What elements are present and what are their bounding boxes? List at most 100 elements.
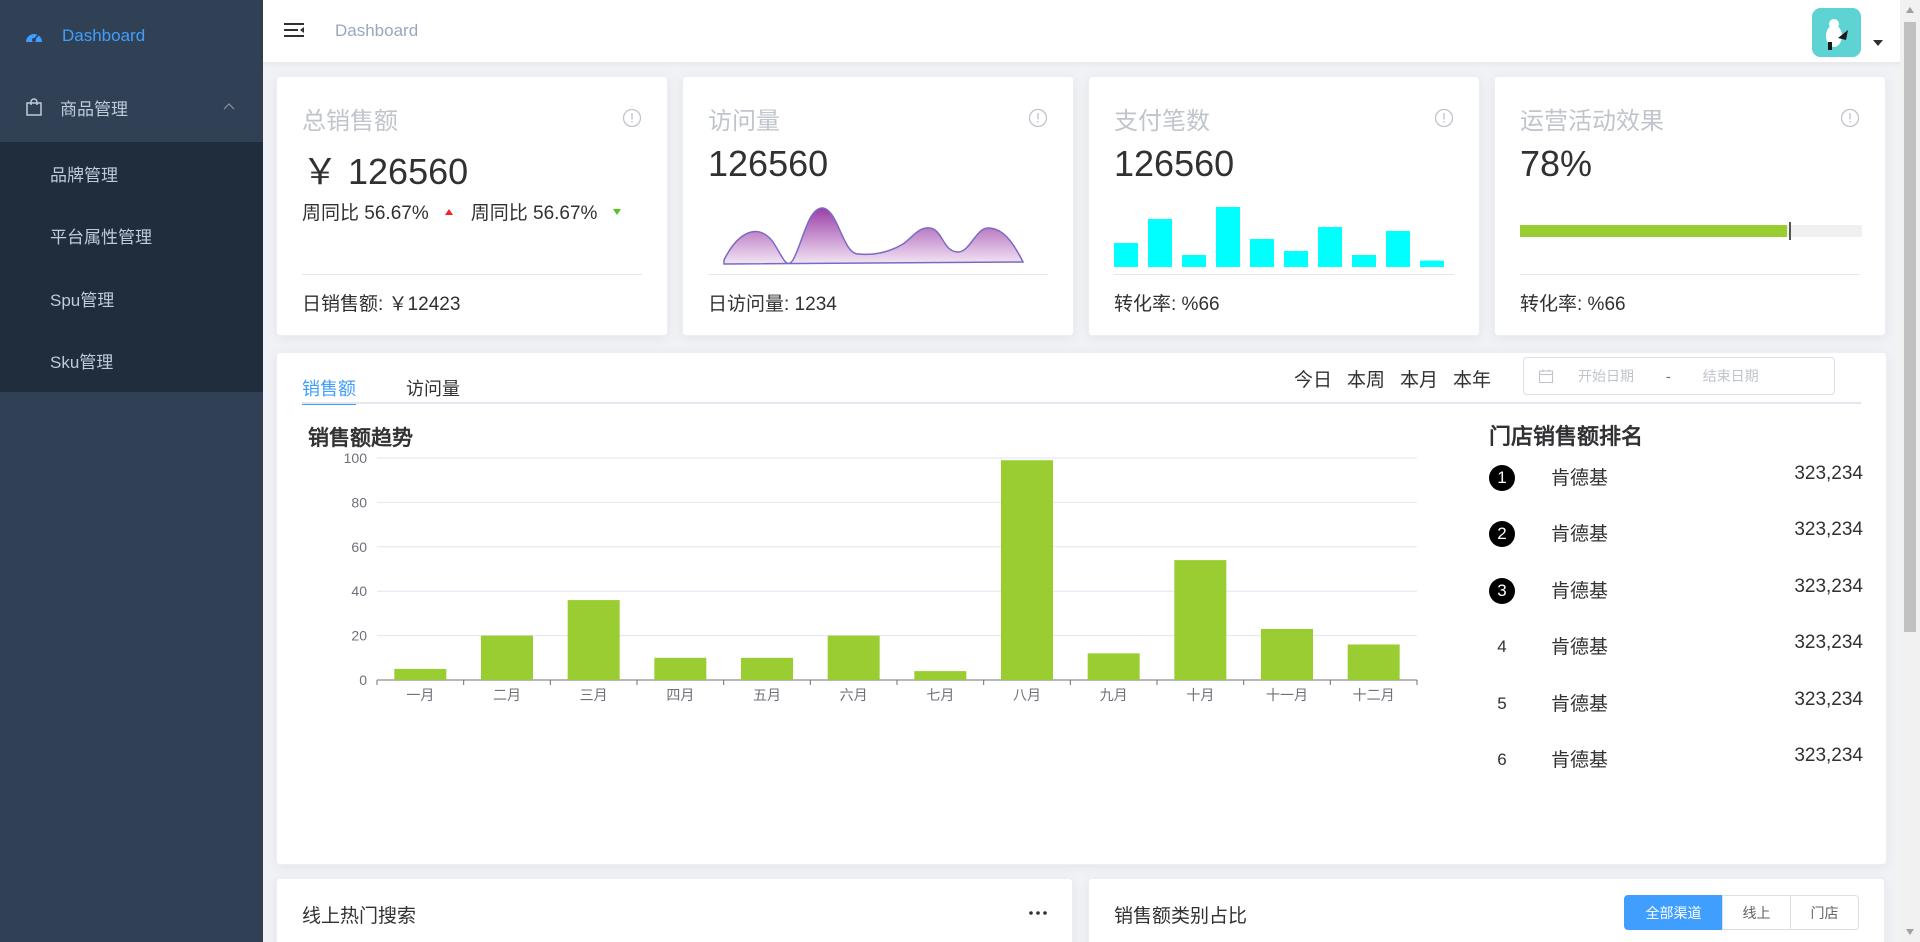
range-today[interactable]: 今日 — [1294, 365, 1332, 392]
more-icon[interactable] — [1029, 911, 1047, 915]
range-month[interactable]: 本月 — [1400, 365, 1438, 392]
rank-row: 5 肯德基 323,234 — [1489, 689, 1863, 745]
caret-down-icon[interactable] — [1873, 40, 1883, 46]
avatar[interactable] — [1812, 8, 1861, 57]
progress-fill — [1520, 225, 1787, 237]
trend-up-icon — [444, 208, 453, 215]
calendar-icon — [1538, 369, 1554, 384]
sales-bar — [654, 657, 707, 680]
payments-bar — [1420, 260, 1444, 267]
rank-store-name: 肯德基 — [1551, 468, 1609, 489]
tab-bar: 销售额 访问量 — [302, 363, 510, 405]
stat-card-sales: 总销售额 ￥ 126560 周同比 56.67% 周同比 56.67% 日销售额… — [276, 76, 668, 336]
stat-value: 126560 — [1114, 143, 1235, 184]
x-tick-label: 八月 — [1013, 687, 1041, 703]
hot-search-panel: 线上热门搜索 — [276, 878, 1073, 942]
sales-bar — [1001, 460, 1053, 680]
scrollbar-thumb[interactable] — [1904, 22, 1916, 632]
sidebar-item-label: 平台属性管理 — [50, 228, 152, 248]
range-selector: 今日 本周 本月 本年 — [1294, 365, 1506, 392]
compare-week: 周同比 56.67% — [302, 203, 429, 224]
stat-card-payments: 支付笔数 126560 转化率: %66 — [1088, 76, 1480, 336]
x-tick-label: 一月 — [406, 687, 434, 703]
payments-bar — [1148, 219, 1172, 267]
sales-bar — [827, 635, 880, 680]
x-tick-label: 六月 — [840, 687, 868, 703]
menu-group-label: 商品管理 — [60, 99, 128, 119]
date-range-picker[interactable]: 开始日期 - 结束日期 — [1523, 357, 1835, 395]
scroll-down-icon[interactable] — [1905, 928, 1915, 936]
info-icon[interactable] — [1434, 108, 1454, 128]
x-tick-label: 三月 — [580, 687, 608, 703]
range-week[interactable]: 本周 — [1347, 365, 1385, 392]
x-tick-label: 十一月 — [1266, 687, 1308, 703]
dashboard-icon — [26, 34, 42, 42]
x-tick-label: 九月 — [1100, 687, 1128, 703]
category-share-panel: 销售额类别占比 全部渠道 线上 门店 — [1088, 878, 1885, 942]
stat-value: 126560 — [708, 143, 829, 184]
submenu: 品牌管理 平台属性管理 Spu管理 Sku管理 — [0, 142, 263, 392]
segment-all-channels[interactable]: 全部渠道 — [1624, 895, 1723, 930]
tab-visits[interactable]: 访问量 — [406, 363, 460, 403]
x-tick-label: 十二月 — [1353, 687, 1395, 703]
trend-down-icon — [613, 208, 622, 215]
avatar-image-icon — [1812, 8, 1861, 57]
stat-card-visits: 访问量 126560 日访问量: 1234 — [682, 76, 1074, 336]
page-scrollbar[interactable] — [1900, 0, 1920, 942]
divider — [1520, 274, 1860, 275]
y-tick-label: 40 — [351, 583, 367, 599]
rank-number: 5 — [1497, 693, 1507, 713]
payments-bar — [1216, 207, 1240, 267]
range-year[interactable]: 本年 — [1453, 365, 1491, 392]
rank-row: 3 肯德基 323,234 — [1489, 576, 1863, 632]
sidebar-item-label: Spu管理 — [50, 290, 115, 310]
rank-number: 3 — [1489, 577, 1515, 604]
rank-value: 323,234 — [1794, 744, 1863, 766]
menu-toggle-icon[interactable] — [283, 20, 305, 40]
sales-panel: 销售额 访问量 今日 本周 本月 本年 开始日期 - 结束日期 销售额趋势 02… — [276, 352, 1887, 865]
sidebar-item-brand[interactable]: 品牌管理 — [0, 142, 263, 205]
sales-bar — [567, 600, 620, 680]
panel-title: 销售额类别占比 — [1114, 906, 1248, 927]
sidebar-item-spu[interactable]: Spu管理 — [0, 267, 263, 330]
y-tick-label: 0 — [359, 672, 367, 688]
stat-value: 78% — [1520, 143, 1593, 184]
tab-sales[interactable]: 销售额 — [302, 363, 356, 405]
y-tick-label: 60 — [351, 539, 367, 555]
panel-title: 线上热门搜索 — [302, 906, 417, 927]
stat-footer: 日销售额: ￥12423 — [302, 294, 461, 315]
info-icon[interactable] — [1028, 108, 1048, 128]
menu-group-goods[interactable]: 商品管理 — [0, 72, 263, 142]
start-date-input[interactable]: 开始日期 — [1578, 366, 1634, 386]
stat-title: 运营活动效果 — [1520, 108, 1664, 135]
end-date-input[interactable]: 结束日期 — [1703, 366, 1759, 386]
top-header: Dashboard — [263, 0, 1900, 63]
rank-number: 4 — [1497, 637, 1507, 657]
breadcrumb[interactable]: Dashboard — [335, 21, 418, 41]
x-tick-label: 五月 — [753, 687, 781, 703]
rank-row: 4 肯德基 323,234 — [1489, 632, 1863, 688]
menu-item-dashboard[interactable]: Dashboard — [0, 0, 263, 72]
stat-card-campaign: 运营活动效果 78% 转化率: %66 — [1494, 76, 1886, 336]
rank-store-name: 肯德基 — [1551, 524, 1609, 546]
rank-row: 6 肯德基 323,234 — [1489, 745, 1863, 801]
info-icon[interactable] — [622, 108, 642, 128]
sidebar-item-sku[interactable]: Sku管理 — [0, 330, 263, 393]
rank-list: 1 肯德基 323,234 2 肯德基 323,234 3 肯德基 323,23… — [1489, 463, 1863, 801]
sidebar-item-attr[interactable]: 平台属性管理 — [0, 205, 263, 268]
info-icon[interactable] — [1840, 108, 1860, 128]
area-series — [723, 207, 1025, 265]
y-tick-label: 20 — [351, 628, 367, 644]
compare-row: 周同比 56.67% 周同比 56.67% — [302, 198, 639, 225]
payments-bar — [1250, 239, 1274, 267]
scroll-up-icon[interactable] — [1905, 6, 1915, 14]
stat-value: ￥ 126560 — [302, 151, 469, 192]
rank-store-name: 肯德基 — [1551, 749, 1609, 771]
visits-area-chart — [723, 207, 1025, 265]
sidebar-item-label: Sku管理 — [50, 353, 114, 373]
channel-segmented-control: 全部渠道 线上 门店 — [1624, 895, 1859, 930]
segment-store[interactable]: 门店 — [1790, 895, 1859, 930]
x-tick-label: 十月 — [1186, 687, 1214, 703]
y-tick-label: 80 — [351, 494, 367, 510]
segment-online[interactable]: 线上 — [1722, 895, 1791, 930]
